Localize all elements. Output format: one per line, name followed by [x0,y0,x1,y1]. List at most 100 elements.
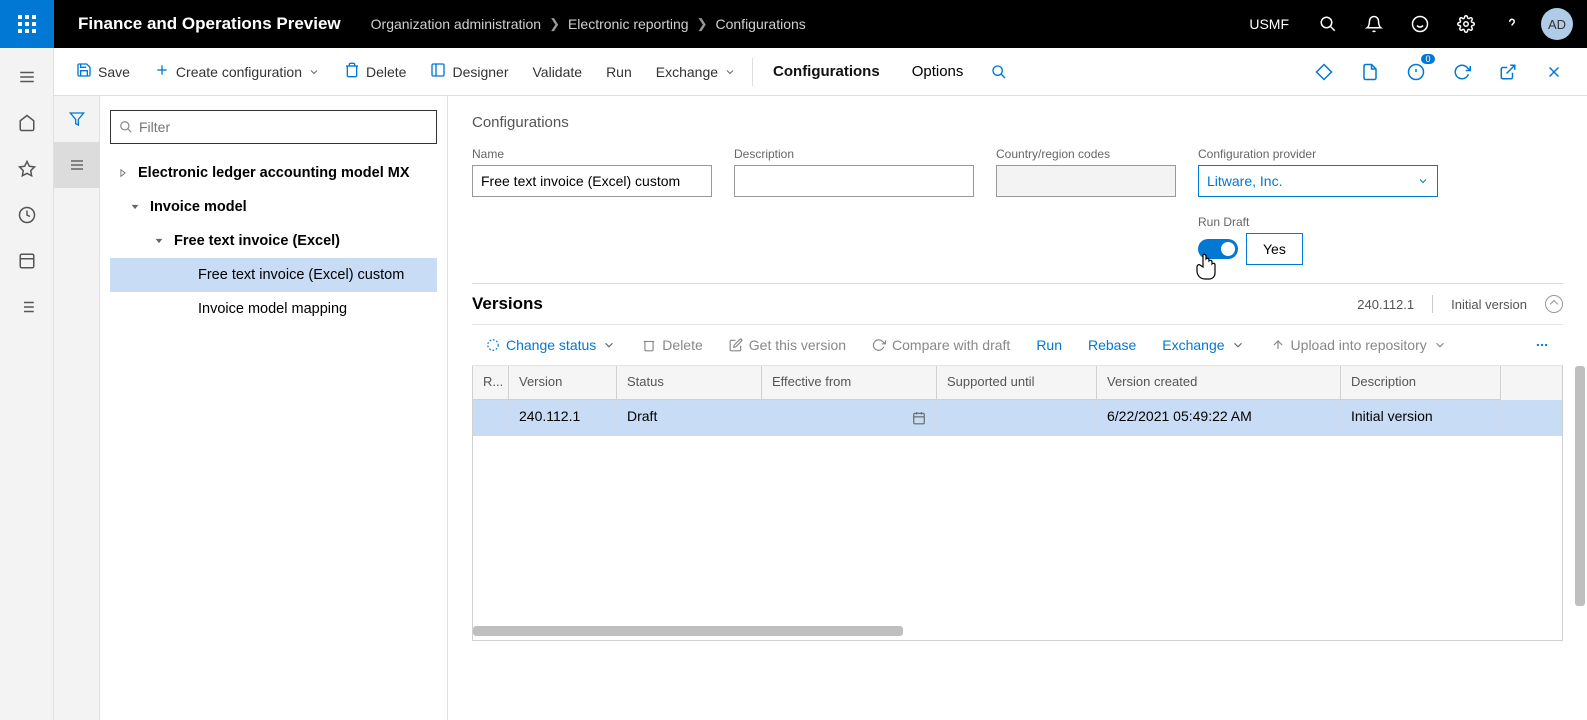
tree-label: Invoice model mapping [198,301,347,317]
horizontal-scrollbar[interactable] [473,626,1562,636]
chevron-down-icon [1433,338,1447,352]
run-button[interactable]: Run [594,48,644,96]
breadcrumb-item[interactable]: Configurations [710,16,812,32]
chevron-right-icon[interactable] [176,302,190,316]
tab-options[interactable]: Options [896,48,980,96]
search-icon[interactable] [1305,0,1351,48]
breadcrumb: Organization administration ❯ Electronic… [365,16,812,32]
chevron-down-icon [308,66,320,78]
tree-node[interactable]: Free text invoice (Excel) [110,224,437,258]
close-icon[interactable] [1531,48,1577,96]
create-configuration-button[interactable]: Create configuration [142,48,332,96]
chevron-right-icon: ❯ [547,16,562,32]
filter-input-wrap[interactable] [110,110,437,144]
chevron-down-icon [724,66,736,78]
list-icon[interactable] [54,142,100,188]
chevron-up-icon[interactable] [1545,295,1563,313]
delete-button[interactable]: Delete [332,48,418,96]
section-title: Configurations [472,114,1563,131]
exchange-button[interactable]: Exchange [644,48,748,96]
search-icon [991,64,1007,80]
save-button[interactable]: Save [64,48,142,96]
compare-button[interactable]: Compare with draft [862,324,1020,366]
tab-configurations[interactable]: Configurations [757,48,896,96]
edit-icon [729,338,743,352]
org-label[interactable]: USMF [1233,16,1305,32]
description-field[interactable] [734,165,974,197]
menu-icon[interactable] [0,54,54,100]
clock-icon[interactable] [0,192,54,238]
table-row[interactable]: 240.112.1 Draft 6/22/2021 05:49:22 AM In… [473,400,1562,436]
calendar-icon[interactable] [912,411,926,425]
breadcrumb-item[interactable]: Electronic reporting [562,16,695,32]
chevron-right-icon[interactable] [116,166,130,180]
chevron-down-icon[interactable] [128,200,142,214]
messages-badge: 0 [1421,54,1435,64]
gear-icon[interactable] [1443,0,1489,48]
version-exchange-button[interactable]: Exchange [1152,324,1254,366]
upload-button[interactable]: Upload into repository [1261,324,1457,366]
tree-node[interactable]: Invoice model mapping [110,292,437,326]
home-icon[interactable] [0,100,54,146]
messages-icon[interactable]: 0 [1393,48,1439,96]
change-status-button[interactable]: Change status [476,324,626,366]
run-draft-label: Run Draft [1198,215,1438,229]
help-icon[interactable] [1489,0,1535,48]
more-icon [1535,338,1549,352]
chevron-down-icon [1231,338,1245,352]
tree-node[interactable]: Electronic ledger accounting model MX [110,156,437,190]
name-label: Name [472,147,712,161]
find-button[interactable] [979,48,1019,96]
details-pane: Configurations Name Description Country/… [448,96,1587,720]
version-desc-meta: Initial version [1451,297,1527,312]
app-launcher[interactable] [0,0,54,48]
feedback-icon[interactable] [1397,0,1443,48]
tree-node[interactable]: Free text invoice (Excel) custom [110,258,437,292]
versions-header: R... Version Status Effective from Suppo… [473,366,1562,400]
trash-icon [344,62,360,81]
diamond-icon[interactable] [1301,48,1347,96]
tree-node[interactable]: Invoice model [110,190,437,224]
chevron-down-icon [1417,175,1429,187]
chevron-right-icon[interactable] [176,268,190,282]
search-icon [119,120,133,134]
workspace-icon[interactable] [0,238,54,284]
notification-icon[interactable] [1351,0,1397,48]
vertical-scrollbar[interactable] [1575,366,1585,606]
star-icon[interactable] [0,146,54,192]
rebase-button[interactable]: Rebase [1078,324,1146,366]
waffle-icon [18,15,36,33]
modules-icon[interactable] [0,284,54,330]
version-run-button[interactable]: Run [1026,324,1072,366]
versions-title: Versions [472,294,543,314]
designer-button[interactable]: Designer [418,48,520,96]
chevron-down-icon[interactable] [152,234,166,248]
provider-label: Configuration provider [1198,147,1438,161]
run-draft-toggle[interactable] [1198,239,1238,259]
filter-input[interactable] [139,119,428,135]
country-field[interactable] [996,165,1176,197]
app-title: Finance and Operations Preview [54,14,365,34]
tree-pane: Electronic ledger accounting model MX Inv… [100,96,448,720]
provider-select[interactable]: Litware, Inc. [1198,165,1438,197]
version-delete-button[interactable]: Delete [632,324,712,366]
avatar[interactable]: AD [1541,8,1573,40]
upload-icon [1271,338,1285,352]
more-button[interactable] [1525,324,1559,366]
attach-icon[interactable] [1347,48,1393,96]
tree-label: Electronic ledger accounting model MX [138,165,410,181]
country-label: Country/region codes [996,147,1176,161]
description-label: Description [734,147,974,161]
breadcrumb-item[interactable]: Organization administration [365,16,547,32]
popout-icon[interactable] [1485,48,1531,96]
action-bar: Save Create configuration Delete Desig [54,48,1587,96]
get-version-button[interactable]: Get this version [719,324,856,366]
refresh-icon[interactable] [1439,48,1485,96]
tree-label: Free text invoice (Excel) [174,233,340,249]
run-draft-value: Yes [1246,233,1303,265]
validate-button[interactable]: Validate [521,48,595,96]
name-field[interactable] [472,165,712,197]
save-icon [76,62,92,81]
status-icon [486,338,500,352]
filter-icon[interactable] [54,96,100,142]
